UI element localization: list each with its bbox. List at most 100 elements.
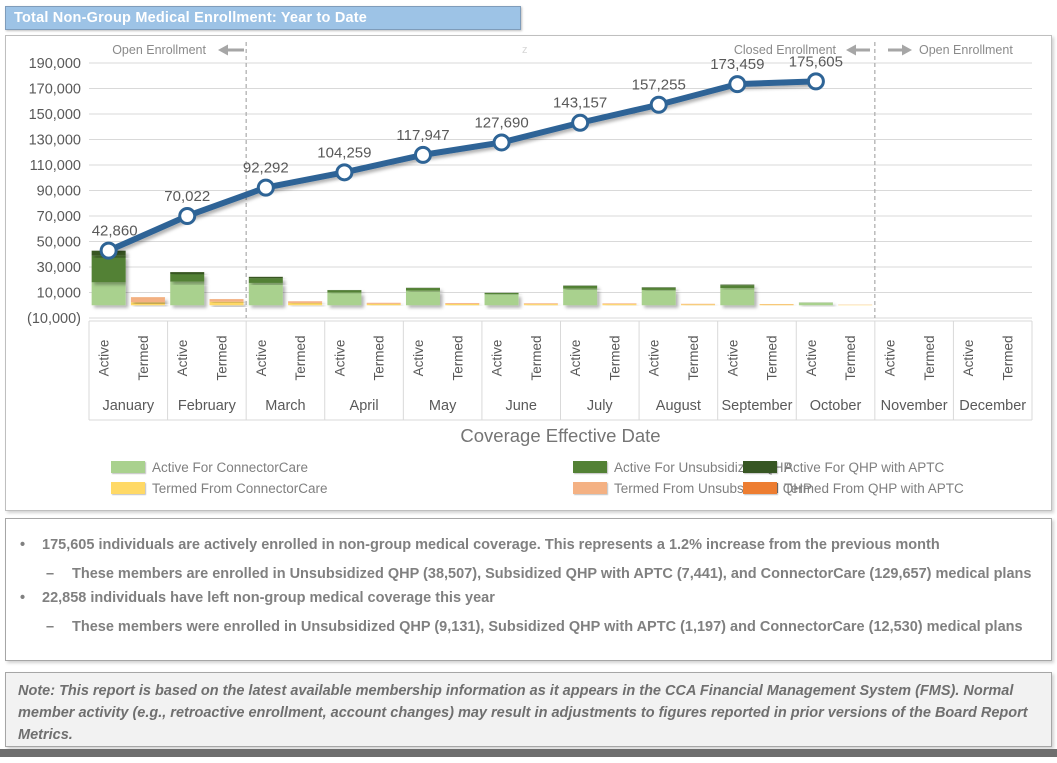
bar-segment bbox=[92, 282, 126, 305]
y-axis-tick-label: 190,000 bbox=[29, 56, 81, 72]
y-axis-tick-label: 170,000 bbox=[29, 82, 81, 98]
bullet-item: •22,858 individuals have left non-group … bbox=[20, 590, 1037, 606]
legend-label: Active For QHP with APTC bbox=[784, 460, 944, 475]
line-marker bbox=[415, 147, 430, 162]
data-point-label: 70,022 bbox=[164, 188, 210, 205]
bar-segment bbox=[210, 300, 244, 302]
bar-segment bbox=[249, 278, 283, 283]
bar-segment bbox=[406, 288, 440, 291]
legend-item: Termed From Unsubsidized QHP bbox=[573, 481, 812, 495]
bar-segment bbox=[720, 288, 754, 305]
bar-segment bbox=[485, 293, 519, 294]
bullet-text: 22,858 individuals have left non-group m… bbox=[42, 590, 495, 606]
x-axis-termed-label: Termed bbox=[1000, 335, 1015, 380]
bar-segment bbox=[327, 293, 361, 306]
x-axis-active-label: Active bbox=[804, 340, 819, 377]
arrow-head-icon bbox=[218, 45, 228, 56]
bar-segment bbox=[799, 303, 833, 306]
bar-segment bbox=[406, 291, 440, 306]
x-axis-month-label: April bbox=[350, 398, 379, 414]
x-axis-month-label: March bbox=[265, 398, 305, 414]
y-axis-tick-label: 150,000 bbox=[29, 107, 81, 123]
x-axis-active-label: Active bbox=[490, 340, 505, 377]
line-marker bbox=[808, 74, 823, 89]
bar-segment bbox=[170, 282, 204, 306]
report-title-bar: Total Non-Group Medical Enrollment: Year… bbox=[5, 6, 521, 30]
bar-segment bbox=[760, 304, 794, 305]
x-axis-termed-label: Termed bbox=[293, 335, 308, 380]
x-axis-termed-label: Termed bbox=[450, 335, 465, 380]
line-marker bbox=[730, 77, 745, 92]
arrow-head-icon bbox=[902, 45, 912, 56]
line-marker bbox=[494, 135, 509, 150]
data-point-label: 127,690 bbox=[474, 114, 528, 131]
x-axis-month-label: November bbox=[881, 398, 948, 414]
legend-swatch-icon bbox=[743, 482, 777, 494]
line-marker bbox=[573, 115, 588, 130]
x-axis-month-label: September bbox=[721, 398, 792, 414]
bar-segment bbox=[642, 290, 676, 305]
x-axis-month-label: May bbox=[429, 398, 457, 414]
x-axis-termed-label: Termed bbox=[686, 335, 701, 380]
legend-swatch-icon bbox=[111, 461, 145, 473]
line-marker bbox=[651, 97, 666, 112]
data-point-label: 173,459 bbox=[710, 56, 764, 73]
line-marker bbox=[180, 208, 195, 223]
bullet-marker: – bbox=[46, 566, 72, 582]
y-axis-tick-label: 110,000 bbox=[30, 158, 81, 174]
y-axis-tick-label: 90,000 bbox=[37, 184, 81, 200]
bullet-marker: – bbox=[46, 619, 72, 635]
bar-segment bbox=[131, 302, 165, 305]
bar-segment bbox=[681, 304, 715, 305]
bar-segment bbox=[249, 283, 283, 305]
bar-segment bbox=[720, 285, 754, 288]
x-axis-active-label: Active bbox=[175, 340, 190, 377]
legend-swatch-icon bbox=[573, 482, 607, 494]
legend-item: Termed From ConnectorCare bbox=[111, 481, 328, 495]
bar-segment bbox=[327, 290, 361, 292]
data-point-label: 157,255 bbox=[632, 77, 686, 94]
arrow-head-icon bbox=[846, 45, 856, 56]
bar-segment bbox=[367, 303, 401, 304]
bar-segment bbox=[524, 304, 558, 305]
bullet-item: •175,605 individuals are actively enroll… bbox=[20, 537, 1037, 553]
bullet-text: 175,605 individuals are actively enrolle… bbox=[42, 537, 940, 553]
note-panel: Note: This report is based on the latest… bbox=[5, 672, 1052, 747]
legend-swatch-icon bbox=[111, 482, 145, 494]
bar-segment bbox=[602, 304, 636, 305]
y-axis-tick-label: 30,000 bbox=[37, 260, 81, 276]
x-axis-active-label: Active bbox=[411, 340, 426, 377]
data-point-label: 92,292 bbox=[243, 160, 289, 177]
x-axis-active-label: Active bbox=[254, 340, 269, 377]
data-point-label: 143,157 bbox=[553, 95, 607, 112]
bar-segment bbox=[210, 302, 244, 306]
y-axis-tick-label: 50,000 bbox=[37, 235, 81, 251]
bar-segment bbox=[170, 272, 204, 274]
legend-label: Termed From ConnectorCare bbox=[152, 481, 328, 496]
bar-segment bbox=[720, 285, 754, 286]
bar-segment bbox=[131, 298, 165, 302]
x-axis-termed-label: Termed bbox=[607, 335, 622, 380]
bar-segment bbox=[92, 256, 126, 283]
chart-panel: 190,000 170,000 150,000 130,000 110,000 90,00… bbox=[5, 35, 1052, 511]
y-axis-tick-label: 130,000 bbox=[29, 133, 81, 149]
legend-item: Active For Unsubsidized QHP bbox=[573, 460, 793, 474]
x-axis-active-label: Active bbox=[332, 340, 347, 377]
bar-segment bbox=[445, 304, 479, 305]
legend-label: Termed From Unsubsidized QHP bbox=[614, 481, 812, 496]
x-axis-month-label: January bbox=[102, 398, 154, 414]
x-axis-termed-label: Termed bbox=[765, 335, 780, 380]
bar-segment bbox=[367, 304, 401, 305]
line-marker bbox=[101, 243, 116, 258]
bar-segment bbox=[642, 288, 676, 290]
x-axis-termed-label: Termed bbox=[922, 335, 937, 380]
line-marker bbox=[337, 165, 352, 180]
x-axis-termed-label: Termed bbox=[136, 335, 151, 380]
bar-segment bbox=[288, 303, 322, 305]
x-axis-month-label: August bbox=[656, 398, 701, 414]
legend-item: Active For ConnectorCare bbox=[111, 460, 308, 474]
open-enrollment-left-label: Open Enrollment bbox=[112, 43, 206, 57]
x-axis-month-label: June bbox=[505, 398, 536, 414]
enrollment-combo-chart: 190,000 170,000 150,000 130,000 110,000 90,00… bbox=[6, 36, 1051, 454]
x-axis-active-label: Active bbox=[725, 340, 740, 377]
